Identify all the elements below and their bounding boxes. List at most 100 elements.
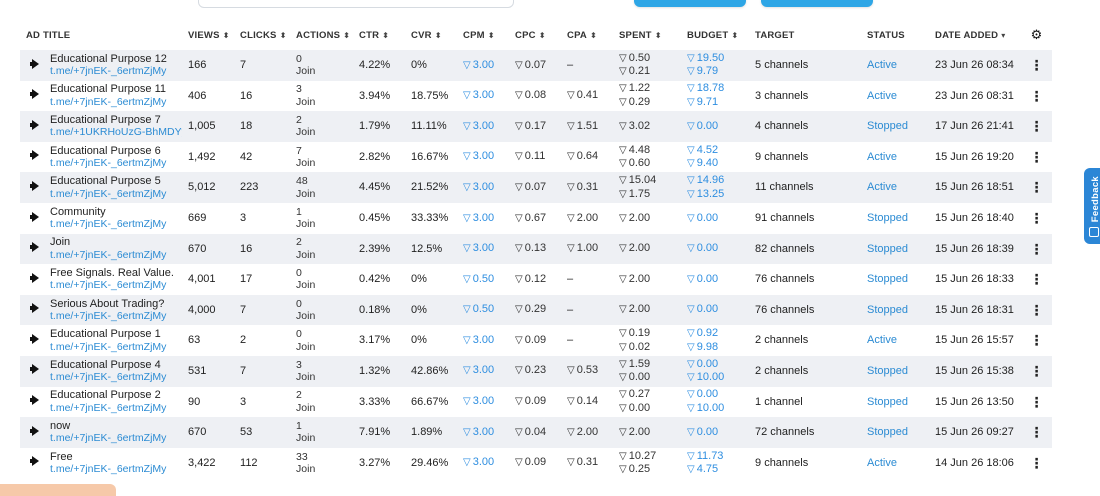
- status-cell[interactable]: Stopped: [861, 203, 929, 234]
- table-row[interactable]: Educational Purpose 2 t.me/+7jnEK-_6ertm…: [20, 387, 1052, 418]
- status-cell[interactable]: Active: [861, 172, 929, 203]
- table-row[interactable]: Educational Purpose 5 t.me/+7jnEK-_6ertm…: [20, 172, 1053, 203]
- sort-icon[interactable]: ⬍: [590, 31, 597, 40]
- status-cell[interactable]: Active: [861, 448, 929, 479]
- sort-icon[interactable]: ⬍: [731, 31, 738, 40]
- ad-link[interactable]: t.me/+7jnEK-_6ertmZjMy: [50, 341, 182, 354]
- ad-link[interactable]: t.me/+7jnEK-_6ertmZjMy: [50, 371, 182, 384]
- ad-title[interactable]: Educational Purpose 11: [50, 83, 182, 96]
- table-row[interactable]: Free Signals. Real Value. t.me/+7jnEK-_6…: [20, 264, 1052, 295]
- budget-cell[interactable]: ▽ 0.00 ▽ 10.00: [681, 356, 749, 387]
- col-views[interactable]: VIEWS ⬍: [182, 20, 234, 50]
- table-row[interactable]: Educational Purpose 4 t.me/+7jnEK-_6ertm…: [20, 355, 1053, 387]
- budget-cell[interactable]: ▽ 11.73 ▽ 4.75: [681, 448, 749, 479]
- table-row[interactable]: now t.me/+7jnEK-_6ertmZjMy 670 53 1 Join …: [20, 417, 1053, 448]
- top-action-button-2[interactable]: [761, 0, 873, 7]
- col-clicks[interactable]: CLICKS ⬍: [234, 20, 290, 50]
- col-spent[interactable]: SPENT ⬍: [613, 20, 681, 50]
- more-options-icon[interactable]: ⋮: [1021, 356, 1052, 387]
- status-cell[interactable]: Stopped: [861, 111, 929, 142]
- more-options-icon[interactable]: ⋮: [1021, 142, 1052, 173]
- status-cell[interactable]: Stopped: [861, 417, 929, 448]
- col-ad-title[interactable]: AD TITLE: [20, 20, 182, 50]
- budget-cell[interactable]: ▽ 4.52 ▽ 9.40: [681, 142, 749, 173]
- sort-icon[interactable]: ⬍: [539, 31, 546, 40]
- ad-title[interactable]: Serious About Trading?: [50, 298, 182, 311]
- table-row[interactable]: Educational Purpose 6 t.me/+7jnEK-_6ertm…: [20, 142, 1052, 173]
- table-row[interactable]: Serious About Trading? t.me/+7jnEK-_6ert…: [20, 294, 1053, 326]
- ad-link[interactable]: t.me/+7jnEK-_6ertmZjMy: [50, 402, 182, 415]
- more-options-icon[interactable]: ⋮: [1021, 50, 1052, 81]
- sort-icon[interactable]: ⬍: [382, 31, 389, 40]
- sort-icon[interactable]: ⬍: [280, 31, 287, 40]
- ad-link[interactable]: t.me/+7jnEK-_6ertmZjMy: [50, 96, 182, 109]
- col-cpa[interactable]: CPA ⬍: [561, 20, 613, 50]
- budget-cell[interactable]: ▽ 0.00: [681, 203, 749, 234]
- budget-cell[interactable]: ▽ 0.00: [681, 264, 749, 295]
- sort-icon[interactable]: ⬍: [343, 31, 350, 40]
- more-options-icon[interactable]: ⋮: [1021, 203, 1052, 234]
- status-cell[interactable]: Stopped: [861, 387, 929, 418]
- top-search-input[interactable]: [198, 0, 514, 8]
- ad-link[interactable]: t.me/+1UKRHoUzG-BhMDYy: [50, 126, 182, 139]
- sort-icon[interactable]: ⬍: [223, 31, 230, 40]
- more-options-icon[interactable]: ⋮: [1021, 172, 1052, 203]
- ad-link[interactable]: t.me/+7jnEK-_6ertmZjMy: [50, 218, 182, 231]
- more-options-icon[interactable]: ⋮: [1021, 387, 1052, 418]
- budget-cell[interactable]: ▽ 0.00: [681, 295, 749, 326]
- table-row[interactable]: Educational Purpose 11 t.me/+7jnEK-_6ert…: [20, 81, 1052, 112]
- budget-cell[interactable]: ▽ 0.00: [681, 417, 749, 448]
- ad-title[interactable]: Join: [50, 236, 182, 249]
- status-cell[interactable]: Stopped: [861, 356, 929, 387]
- status-cell[interactable]: Active: [861, 81, 929, 112]
- ad-title[interactable]: Free Signals. Real Value.: [50, 267, 182, 280]
- sort-icon[interactable]: ⬍: [435, 31, 442, 40]
- col-actions[interactable]: ACTIONS ⬍: [290, 20, 353, 50]
- col-cvr[interactable]: CVR ⬍: [405, 20, 457, 50]
- ad-title[interactable]: now: [50, 420, 182, 433]
- ad-title[interactable]: Free: [50, 451, 182, 464]
- ad-title[interactable]: Educational Purpose 7: [50, 114, 182, 127]
- ad-link[interactable]: t.me/+7jnEK-_6ertmZjMy: [50, 188, 182, 201]
- sort-icon[interactable]: ⬍: [655, 31, 662, 40]
- status-cell[interactable]: Stopped: [861, 295, 929, 326]
- more-options-icon[interactable]: ⋮: [1021, 81, 1052, 112]
- ad-link[interactable]: t.me/+7jnEK-_6ertmZjMy: [50, 279, 182, 292]
- status-cell[interactable]: Active: [861, 325, 929, 356]
- budget-cell[interactable]: ▽ 0.92 ▽ 9.98: [681, 325, 749, 356]
- ad-link[interactable]: t.me/+7jnEK-_6ertmZjMy: [50, 310, 182, 323]
- col-cpc[interactable]: CPC ⬍: [509, 20, 561, 50]
- ad-title[interactable]: Educational Purpose 5: [50, 175, 182, 188]
- ad-link[interactable]: t.me/+7jnEK-_6ertmZjMy: [50, 432, 182, 445]
- ad-title[interactable]: Educational Purpose 2: [50, 389, 182, 402]
- ad-title[interactable]: Community: [50, 206, 182, 219]
- more-options-icon[interactable]: ⋮: [1021, 325, 1052, 356]
- ad-link[interactable]: t.me/+7jnEK-_6ertmZjMy: [50, 463, 182, 476]
- budget-cell[interactable]: ▽ 0.00: [681, 234, 749, 265]
- sort-desc-icon[interactable]: ▾: [1001, 31, 1005, 40]
- col-date-added[interactable]: DATE ADDED ▾: [929, 20, 1021, 50]
- budget-cell[interactable]: ▽ 19.50 ▽ 9.79: [681, 50, 749, 81]
- table-row[interactable]: Free t.me/+7jnEK-_6ertmZjMy 3,422 112 33…: [20, 448, 1052, 479]
- ad-title[interactable]: Educational Purpose 12: [50, 53, 182, 66]
- feedback-tab[interactable]: Feedback: [1084, 168, 1100, 244]
- table-row[interactable]: Join t.me/+7jnEK-_6ertmZjMy 670 16 2 Join…: [20, 233, 1053, 265]
- table-row[interactable]: Educational Purpose 12 t.me/+7jnEK-_6ert…: [20, 50, 1053, 81]
- ad-title[interactable]: Educational Purpose 1: [50, 328, 182, 341]
- table-row[interactable]: Educational Purpose 1 t.me/+7jnEK-_6ertm…: [20, 325, 1052, 356]
- more-options-icon[interactable]: ⋮: [1021, 417, 1052, 448]
- budget-cell[interactable]: ▽ 14.96 ▽ 13.25: [681, 172, 749, 203]
- more-options-icon[interactable]: ⋮: [1021, 111, 1052, 142]
- gear-icon[interactable]: ⚙: [1021, 20, 1052, 50]
- status-cell[interactable]: Stopped: [861, 264, 929, 295]
- ad-link[interactable]: t.me/+7jnEK-_6ertmZjMy: [50, 157, 182, 170]
- more-options-icon[interactable]: ⋮: [1021, 234, 1052, 265]
- bottom-notification-chip[interactable]: [0, 484, 116, 496]
- top-action-button-1[interactable]: [634, 0, 746, 7]
- ad-title[interactable]: Educational Purpose 6: [50, 145, 182, 158]
- status-cell[interactable]: Stopped: [861, 234, 929, 265]
- ad-link[interactable]: t.me/+7jnEK-_6ertmZjMy: [50, 249, 182, 262]
- more-options-icon[interactable]: ⋮: [1021, 295, 1052, 326]
- sort-icon[interactable]: ⬍: [488, 31, 495, 40]
- more-options-icon[interactable]: ⋮: [1021, 264, 1052, 295]
